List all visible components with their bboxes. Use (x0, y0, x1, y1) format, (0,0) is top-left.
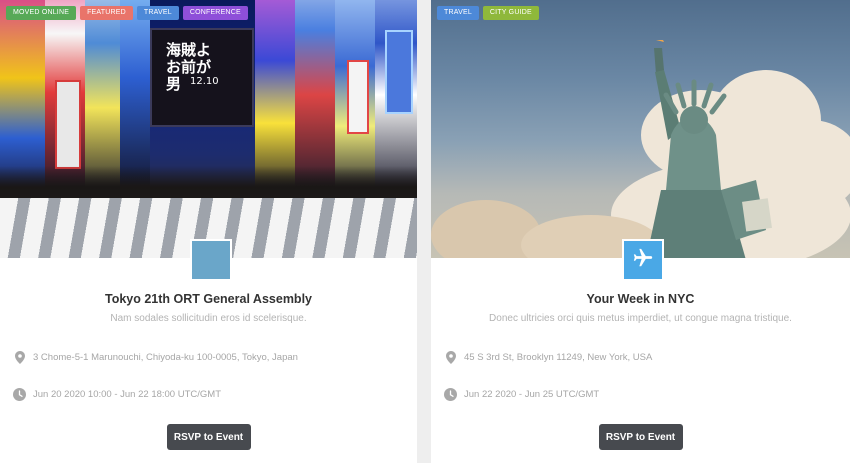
clock-icon (444, 388, 457, 401)
event-subtitle: Donec ultricies orci quis metus imperdie… (489, 313, 792, 324)
location-text: 45 S 3rd St, Brooklyn 11249, New York, U… (464, 352, 653, 363)
event-location: 3 Chome-5-1 Marunouchi, Chiyoda-ku 100-0… (13, 351, 298, 364)
event-card-tokyo[interactable]: 海賊よ お前が 男 12.10 MOVED ONLINE FEATURED TR… (0, 0, 417, 463)
location-text: 3 Chome-5-1 Marunouchi, Chiyoda-ku 100-0… (33, 352, 298, 363)
event-title[interactable]: Your Week in NYC (431, 292, 850, 306)
map-pin-icon (13, 351, 26, 364)
event-image-tokyo[interactable]: 海賊よ お前が 男 12.10 (0, 0, 417, 258)
tag-moved-online[interactable]: MOVED ONLINE (6, 6, 77, 20)
tag-featured[interactable]: FEATURED (80, 6, 133, 20)
tag-travel[interactable]: TRAVEL (136, 6, 179, 20)
tag-conference[interactable]: CONFERENCE (182, 6, 248, 20)
billboard-number: 12.10 (190, 76, 219, 87)
date-text: Jun 20 2020 10:00 - Jun 22 18:00 UTC/GMT (33, 389, 221, 400)
statue-of-liberty (646, 40, 772, 258)
tag-city-guide[interactable]: CITY GUIDE (482, 6, 539, 20)
clock-icon (13, 388, 26, 401)
event-date: Jun 20 2020 10:00 - Jun 22 18:00 UTC/GMT (13, 388, 221, 401)
billboard-sign: 海賊よ お前が 男 12.10 (150, 28, 254, 127)
date-text: Jun 22 2020 - Jun 25 UTC/GMT (464, 389, 600, 400)
tag-list: TRAVEL CITY GUIDE (437, 6, 539, 20)
organizer-avatar[interactable] (621, 239, 664, 281)
rsvp-button[interactable]: RSVP to Event (598, 424, 683, 450)
event-title[interactable]: Tokyo 21th ORT General Assembly (0, 292, 417, 306)
map-pin-icon (444, 351, 457, 364)
event-location: 45 S 3rd St, Brooklyn 11249, New York, U… (444, 351, 652, 364)
event-image-nyc[interactable] (431, 0, 850, 258)
rsvp-button[interactable]: RSVP to Event (166, 424, 251, 450)
event-date: Jun 22 2020 - Jun 25 UTC/GMT (444, 388, 599, 401)
event-subtitle: Nam sodales sollicitudin eros id sceleri… (110, 313, 307, 324)
event-card-nyc[interactable]: TRAVEL CITY GUIDE Your Week in NYC Donec… (431, 0, 850, 463)
organizer-avatar[interactable] (189, 239, 232, 281)
airplane-icon (632, 247, 654, 274)
tag-list: MOVED ONLINE FEATURED TRAVEL CONFERENCE (6, 6, 248, 20)
tag-travel[interactable]: TRAVEL (437, 6, 479, 20)
